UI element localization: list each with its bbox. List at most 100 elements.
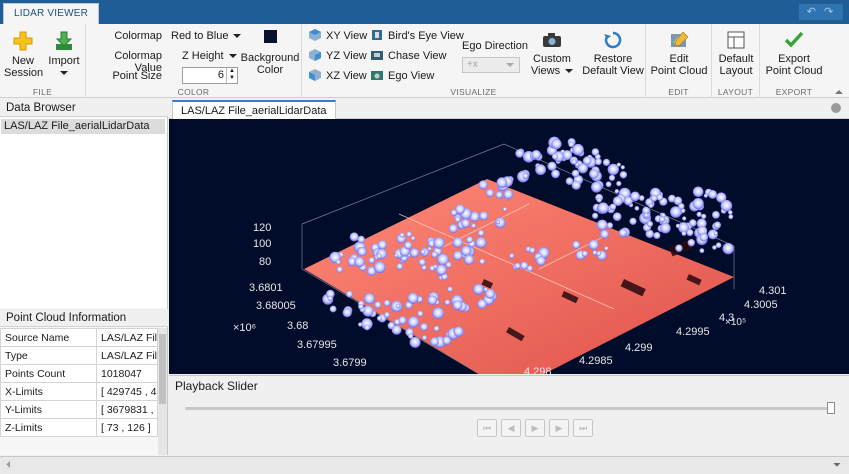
vegetation-point xyxy=(433,325,440,332)
play-button[interactable]: ▶ xyxy=(525,419,545,437)
vegetation-point xyxy=(596,219,608,231)
vegetation-point xyxy=(404,241,413,250)
vegetation-point xyxy=(452,300,463,311)
vegetation-point xyxy=(342,308,352,318)
vegetation-point xyxy=(329,305,337,313)
cube-yz-icon xyxy=(309,49,321,61)
table-row: Z-Limits[ 73 , 126 ] xyxy=(0,418,158,437)
export-point-cloud-button[interactable]: Export Point Cloud xyxy=(763,30,825,77)
layout-grid-icon xyxy=(727,31,745,49)
ego-view-button[interactable]: Ego View xyxy=(370,68,434,84)
vegetation-point xyxy=(547,161,557,171)
yz-view-button[interactable]: YZ View xyxy=(308,48,367,64)
vegetation-point xyxy=(406,231,412,238)
edit-point-cloud-button[interactable]: Edit Point Cloud xyxy=(650,30,708,77)
vegetation-point xyxy=(648,203,654,208)
x-tick-label: 4.3005 xyxy=(744,299,778,311)
undo-icon[interactable]: ↶ xyxy=(807,6,824,18)
vegetation-point xyxy=(582,156,592,166)
custom-views-button[interactable]: Custom Views xyxy=(528,30,576,77)
table-row: Y-Limits[ 3679831 , 3 xyxy=(0,400,158,419)
stepper-arrows-icon[interactable]: ▲ ▼ xyxy=(226,68,237,83)
vegetation-point xyxy=(407,292,419,304)
redo-icon[interactable]: ↷ xyxy=(824,6,841,18)
point-cloud-canvas[interactable]: 120 100 80 3.6801 3.68005 3.68 ×10⁶ 3.67… xyxy=(169,119,849,374)
vegetation-point xyxy=(653,232,661,239)
chase-view-button[interactable]: Chase View xyxy=(370,48,447,64)
vegetation-point xyxy=(394,319,401,326)
vegetation-point xyxy=(634,206,640,211)
list-item[interactable]: LAS/LAZ File_aerialLidarData xyxy=(1,119,165,134)
point-size-stepper[interactable]: 6 ▲ ▼ xyxy=(182,67,238,84)
default-layout-button[interactable]: Default Layout xyxy=(715,30,757,77)
vegetation-point xyxy=(728,214,734,220)
birds-eye-view-button[interactable]: Bird's Eye View xyxy=(370,28,464,44)
new-session-button[interactable]: New Session xyxy=(4,30,43,79)
x-tick-label: 4.2995 xyxy=(676,326,710,338)
z-tick-label: 100 xyxy=(253,238,271,250)
z-tick-label: 80 xyxy=(259,256,271,268)
step-forward-icon: ▶ xyxy=(555,423,563,433)
vegetation-point xyxy=(410,236,416,241)
import-icon xyxy=(55,31,73,50)
vegetation-point xyxy=(357,246,367,257)
vegetation-point xyxy=(327,295,333,301)
first-frame-button[interactable]: ⏮ xyxy=(477,419,497,437)
vegetation-point xyxy=(551,169,560,179)
playback-slider-thumb[interactable] xyxy=(827,402,835,414)
vegetation-point xyxy=(572,143,584,156)
next-frame-button[interactable]: ▶ xyxy=(549,419,569,437)
color-swatch xyxy=(263,30,277,43)
data-browser-list: LAS/LAZ File_aerialLidarData xyxy=(0,118,167,308)
vegetation-point xyxy=(720,199,733,212)
point-cloud-plot[interactable]: 120 100 80 3.6801 3.68005 3.68 ×10⁶ 3.67… xyxy=(169,119,849,374)
vegetation-point xyxy=(592,212,599,219)
vegetation-point xyxy=(418,258,426,266)
collapse-toolstrip-icon[interactable] xyxy=(835,90,843,94)
vegetation-point xyxy=(682,216,687,221)
vegetation-point xyxy=(503,189,514,200)
vegetation-point xyxy=(396,263,403,270)
status-menu-icon[interactable]: ⏷ xyxy=(833,460,841,471)
import-button[interactable]: Import xyxy=(46,30,82,79)
visualize-section: XY View YZ View XZ View Bird's Eye View … xyxy=(302,24,646,98)
vegetation-point xyxy=(377,240,387,250)
vegetation-point xyxy=(466,236,473,244)
xy-view-button[interactable]: XY View xyxy=(308,28,367,44)
vegetation-point xyxy=(420,323,428,331)
chevron-down-icon xyxy=(60,71,68,76)
vegetation-point xyxy=(336,266,343,273)
vegetation-point xyxy=(713,221,722,229)
ego-direction-dropdown[interactable]: +x xyxy=(462,57,520,73)
vegetation-point xyxy=(713,231,718,236)
vegetation-point xyxy=(494,217,506,229)
last-frame-button[interactable]: ⏭ xyxy=(573,419,593,437)
vegetation-point xyxy=(349,232,359,242)
vegetation-point xyxy=(670,206,682,218)
vegetation-point xyxy=(551,138,562,150)
restore-default-view-button[interactable]: Restore Default View xyxy=(582,30,644,77)
x-tick-label: 4.301 xyxy=(759,285,787,297)
background-color-button[interactable]: Background Color xyxy=(240,30,300,76)
colormap-dropdown[interactable]: Red to Blue xyxy=(171,30,242,42)
app-tab[interactable]: LIDAR VIEWER xyxy=(3,3,100,24)
vertical-scrollbar[interactable] xyxy=(158,328,167,455)
skip-forward-icon: ⏭ xyxy=(578,423,588,433)
tab-point-cloud[interactable]: LAS/LAZ File_aerialLidarData xyxy=(172,100,336,119)
color-section: Colormap Red to Blue Colormap Value Z He… xyxy=(86,24,302,98)
data-browser-header: Data Browser xyxy=(0,99,168,117)
playback-slider-track[interactable] xyxy=(185,407,835,410)
colormap-value-dropdown[interactable]: Z Height xyxy=(182,50,237,62)
scrollbar-thumb[interactable] xyxy=(159,334,166,404)
document-menu-icon[interactable] xyxy=(831,103,841,113)
vegetation-point xyxy=(686,229,694,237)
vegetation-point xyxy=(591,148,600,156)
previous-frame-button[interactable]: ◀ xyxy=(501,419,521,437)
vegetation-point xyxy=(588,239,599,250)
vegetation-point xyxy=(515,149,524,158)
playback-title: Playback Slider xyxy=(175,379,258,393)
xz-view-button[interactable]: XZ View xyxy=(308,68,367,84)
vegetation-point xyxy=(373,261,386,274)
chevron-down-icon xyxy=(506,63,514,67)
vegetation-point xyxy=(692,198,704,210)
